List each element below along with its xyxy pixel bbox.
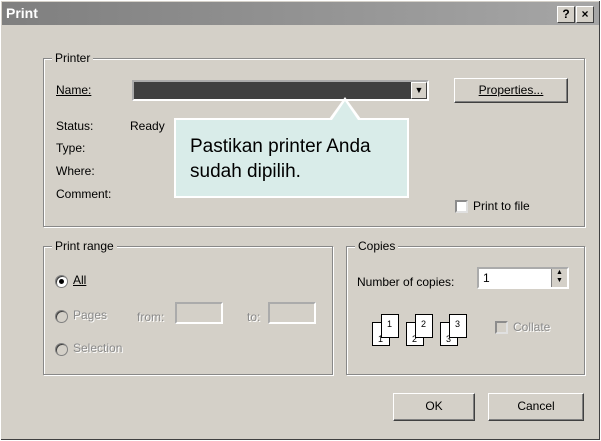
name-label: Name:	[56, 83, 92, 97]
ok-button[interactable]: OK	[393, 393, 475, 421]
status-value: Ready	[130, 119, 165, 133]
comment-label: Comment:	[56, 187, 112, 201]
copies-legend: Copies	[355, 239, 399, 253]
copies-group: Copies	[346, 239, 585, 375]
spin-up-icon[interactable]: ▲	[552, 269, 567, 277]
copies-spinbox[interactable]: 1 ▲ ▼	[477, 267, 569, 289]
callout-pointer-fill	[332, 101, 358, 120]
all-radio[interactable]	[55, 275, 68, 288]
collate-checkbox[interactable]	[495, 321, 508, 334]
radio-dot-icon	[59, 279, 64, 284]
all-label[interactable]: All	[73, 273, 86, 287]
title-bar[interactable]: Print ? ×	[2, 2, 599, 25]
callout-box: Pastikan printer Anda sudah dipilih.	[174, 118, 409, 198]
print-dialog: Print ? × Printer Name: ▼ Properties... …	[0, 0, 601, 441]
from-label: from:	[137, 310, 165, 324]
window-title: Print	[6, 5, 38, 21]
copy-page-icon: 2	[415, 314, 433, 338]
selection-label[interactable]: Selection	[73, 341, 122, 355]
pages-radio[interactable]	[55, 310, 68, 323]
pages-label[interactable]: Pages	[73, 308, 107, 322]
cancel-button[interactable]: Cancel	[488, 393, 584, 421]
printer-legend: Printer	[52, 51, 94, 65]
collate-label[interactable]: Collate	[513, 320, 550, 334]
help-button[interactable]: ?	[557, 6, 575, 23]
type-label: Type:	[56, 141, 86, 155]
print-range-legend: Print range	[52, 239, 117, 253]
to-page-input[interactable]	[268, 302, 316, 324]
to-label: to:	[247, 310, 261, 324]
copy-page-icon: 1	[381, 314, 399, 338]
print-to-file-label[interactable]: Print to file	[473, 199, 530, 213]
from-page-input[interactable]	[175, 302, 223, 324]
printer-name-select[interactable]: ▼	[132, 80, 429, 101]
number-of-copies-label: Number of copies:	[357, 275, 455, 289]
properties-label: Properties...	[478, 83, 544, 97]
copy-page-icon: 3	[449, 314, 467, 338]
selection-radio[interactable]	[55, 343, 68, 356]
print-to-file-checkbox[interactable]	[455, 200, 468, 213]
status-label: Status:	[56, 119, 94, 133]
close-button[interactable]: ×	[576, 6, 594, 23]
properties-button[interactable]: Properties...	[454, 78, 568, 103]
callout-text: Pastikan printer Anda sudah dipilih.	[190, 136, 371, 182]
chevron-down-icon[interactable]: ▼	[411, 82, 427, 99]
spin-buttons[interactable]: ▲ ▼	[551, 269, 567, 287]
spin-down-icon[interactable]: ▼	[552, 277, 567, 285]
where-label: Where:	[56, 164, 95, 178]
copies-value: 1	[483, 271, 490, 285]
